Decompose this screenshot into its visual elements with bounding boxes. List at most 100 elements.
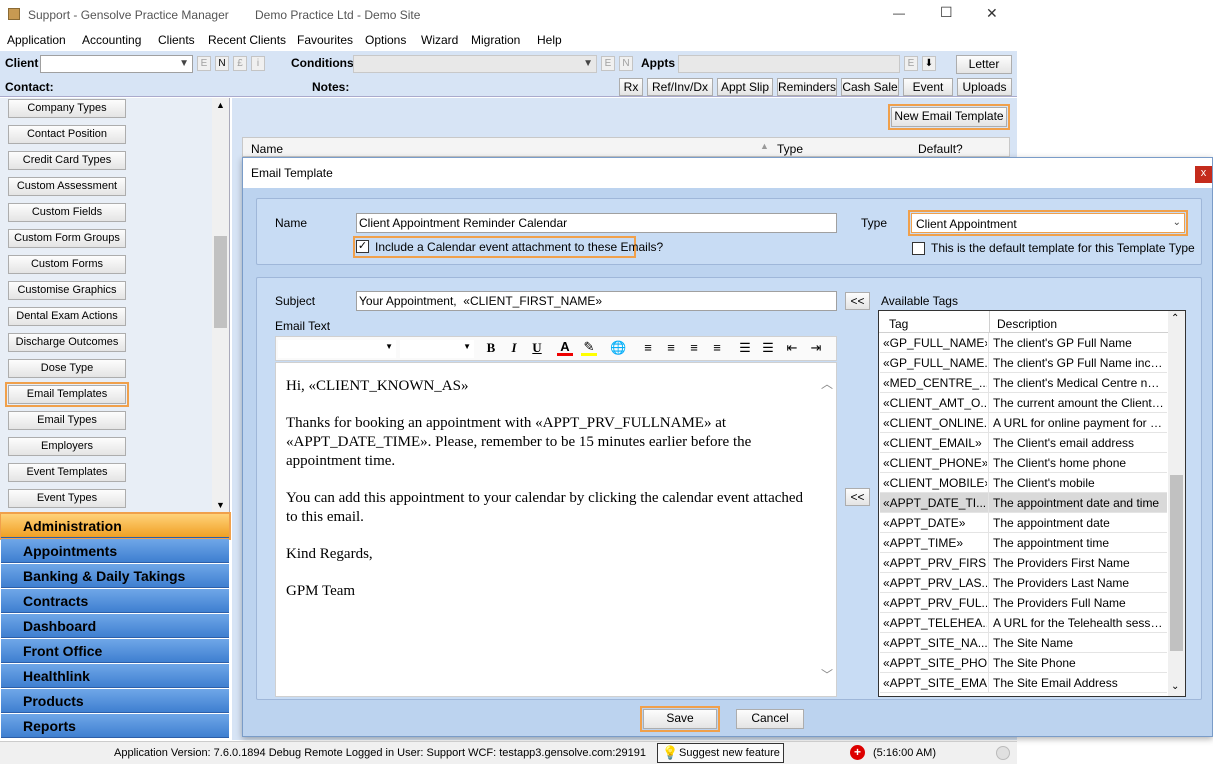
font-size-select[interactable]: ▼ (400, 340, 474, 358)
tag-row[interactable]: «CLIENT_ONLINE... A URL for online paymen… (880, 413, 1167, 433)
sidebar-item-discharge-outcomes[interactable]: Discharge Outcomes (8, 333, 126, 352)
tag-row[interactable]: «APPT_SITE_NA... The Site Name (880, 633, 1167, 653)
tag-row[interactable]: «APPT_PRV_LAS... The Providers Last Name (880, 573, 1167, 593)
menu-item-favourites[interactable]: Favourites (297, 33, 353, 47)
grid-header-type[interactable]: Type (777, 142, 803, 156)
ref-inv-dx-button[interactable]: Ref/Inv/Dx (647, 78, 713, 96)
grid-header-default[interactable]: Default? (918, 142, 963, 156)
nav-appointments[interactable]: Appointments (1, 539, 229, 563)
tag-row[interactable]: «CLIENT_AMT_O... The current amount the C… (880, 393, 1167, 413)
indent-icon[interactable]: ⇥ (808, 341, 824, 355)
menu-item-help[interactable]: Help (537, 33, 562, 47)
tag-row[interactable]: «GP_FULL_NAME» The client's GP Full Name (880, 333, 1167, 353)
nav-contracts[interactable]: Contracts (1, 589, 229, 613)
outdent-icon[interactable]: ⇤ (784, 341, 800, 355)
type-combo[interactable]: Client Appointment ⌄ (908, 210, 1188, 236)
subject-input[interactable] (356, 291, 837, 311)
insert-body-tag-button[interactable]: << (845, 488, 870, 506)
align-left-icon[interactable]: ≡ (640, 341, 656, 355)
underline-icon[interactable]: U (529, 341, 545, 355)
maximize-button[interactable]: ☐ (940, 4, 953, 21)
menu-item-migration[interactable]: Migration (471, 33, 520, 47)
bullet-list-icon[interactable]: ☰ (760, 341, 776, 355)
menu-item-clients[interactable]: Clients (158, 33, 195, 47)
nav-administration[interactable]: Administration (0, 512, 231, 540)
tags-header-tag[interactable]: Tag (889, 317, 908, 331)
client-edit-button[interactable]: E (197, 56, 211, 71)
font-family-select[interactable]: ▼ (278, 340, 396, 358)
align-right-icon[interactable]: ≡ (686, 341, 702, 355)
scroll-thumb[interactable] (214, 236, 227, 328)
conditions-new-button[interactable]: N (619, 56, 633, 71)
numbered-list-icon[interactable]: ☰ (737, 341, 753, 355)
cancel-button[interactable]: Cancel (736, 709, 804, 729)
calendar-checkbox-wrap[interactable]: ✓ Include a Calendar event attachment to… (353, 236, 663, 258)
uploads-button[interactable]: Uploads (957, 78, 1012, 96)
close-window-button[interactable]: ✕ (986, 5, 998, 22)
new-email-template-button[interactable]: New Email Template (888, 104, 1010, 130)
tag-row[interactable]: «GP_FULL_NAME... The client's GP Full Nam… (880, 353, 1167, 373)
tag-row[interactable]: «CLIENT_EMAIL» The Client's email address (880, 433, 1167, 453)
nav-dashboard[interactable]: Dashboard (1, 614, 229, 638)
appts-edit-button[interactable]: E (904, 56, 918, 71)
tag-row[interactable]: «CLIENT_PHONE» The Client's home phone (880, 453, 1167, 473)
appt-slip-button[interactable]: Appt Slip (717, 78, 773, 96)
letter-button[interactable]: Letter (956, 55, 1012, 74)
reminders-button[interactable]: Reminders (777, 78, 837, 96)
insert-subject-tag-button[interactable]: << (845, 292, 870, 310)
default-checkbox[interactable] (912, 242, 925, 255)
tags-scrollbar[interactable]: ⌃ ⌄ (1168, 311, 1185, 696)
sidebar-item-dental-exam-actions[interactable]: Dental Exam Actions (8, 307, 126, 326)
sidebar-item-custom-fields[interactable]: Custom Fields (8, 203, 126, 222)
rx-button[interactable]: Rx (619, 78, 643, 96)
nav-banking-daily-takings[interactable]: Banking & Daily Takings (1, 564, 229, 588)
client-new-button[interactable]: N (215, 56, 229, 71)
italic-icon[interactable]: I (506, 341, 522, 355)
client-account-button[interactable]: £ (233, 56, 247, 71)
tag-row[interactable]: «APPT_SITE_PHO... The Site Phone (880, 653, 1167, 673)
editor-scroll-up-icon[interactable]: ︿ (821, 375, 833, 392)
highlight-icon[interactable]: ✎ (581, 340, 597, 356)
menu-item-application[interactable]: Application (7, 33, 66, 47)
sidebar-item-custom-form-groups[interactable]: Custom Form Groups (8, 229, 126, 248)
nav-front-office[interactable]: Front Office (1, 639, 229, 663)
menu-item-wizard[interactable]: Wizard (421, 33, 458, 47)
checkbox-checked-icon[interactable]: ✓ (356, 240, 369, 253)
justify-icon[interactable]: ≡ (709, 341, 725, 355)
conditions-combo[interactable]: ▼ (353, 55, 597, 73)
email-body-editor[interactable]: Hi, «CLIENT_KNOWN_AS» Thanks for booking … (275, 362, 837, 697)
chevron-down-icon[interactable]: ▼ (216, 500, 225, 510)
sidebar-item-employers[interactable]: Employers (8, 437, 126, 456)
sidebar-item-customise-graphics[interactable]: Customise Graphics (8, 281, 126, 300)
cash-sale-button[interactable]: Cash Sale (841, 78, 899, 96)
sidebar-item-custom-assessment[interactable]: Custom Assessment (8, 177, 126, 196)
sidebar-item-credit-card-types[interactable]: Credit Card Types (8, 151, 126, 170)
save-button[interactable]: Save (640, 706, 720, 732)
sidebar-item-custom-forms[interactable]: Custom Forms (8, 255, 126, 274)
chevron-down-icon[interactable]: ⌄ (1171, 681, 1179, 692)
menu-item-recent-clients[interactable]: Recent Clients (208, 33, 286, 47)
bold-icon[interactable]: B (483, 341, 499, 355)
tag-row[interactable]: «APPT_DATE_TI... The appointment date and… (880, 493, 1167, 513)
nav-healthlink[interactable]: Healthlink (1, 664, 229, 688)
tag-row[interactable]: «APPT_SITE_EMA... The Site Email Address (880, 673, 1167, 693)
nav-products[interactable]: Products (1, 689, 229, 713)
conditions-edit-button[interactable]: E (601, 56, 615, 71)
tag-row[interactable]: «APPT_PRV_FUL... The Providers Full Name (880, 593, 1167, 613)
sidebar-item-contact-position[interactable]: Contact Position (8, 125, 126, 144)
hyperlink-icon[interactable]: 🌐 (610, 341, 626, 355)
scroll-thumb[interactable] (1170, 475, 1183, 651)
sidebar-item-event-types[interactable]: Event Types (8, 489, 126, 508)
nav-reports[interactable]: Reports (1, 714, 229, 738)
sidebar-item-email-types[interactable]: Email Types (8, 411, 126, 430)
font-color-icon[interactable]: A (557, 340, 573, 356)
tag-row[interactable]: «APPT_PRV_FIRS... The Providers First Nam… (880, 553, 1167, 573)
chevron-up-icon[interactable]: ▲ (216, 100, 225, 110)
minimize-button[interactable]: — (893, 6, 905, 20)
align-center-icon[interactable]: ≡ (663, 341, 679, 355)
grid-header-name[interactable]: Name (251, 142, 283, 156)
tag-row[interactable]: «APPT_DATE» The appointment date (880, 513, 1167, 533)
tag-row[interactable]: «APPT_TIME» The appointment time (880, 533, 1167, 553)
client-combo[interactable]: ▼ (40, 55, 193, 73)
name-input[interactable] (356, 213, 837, 233)
